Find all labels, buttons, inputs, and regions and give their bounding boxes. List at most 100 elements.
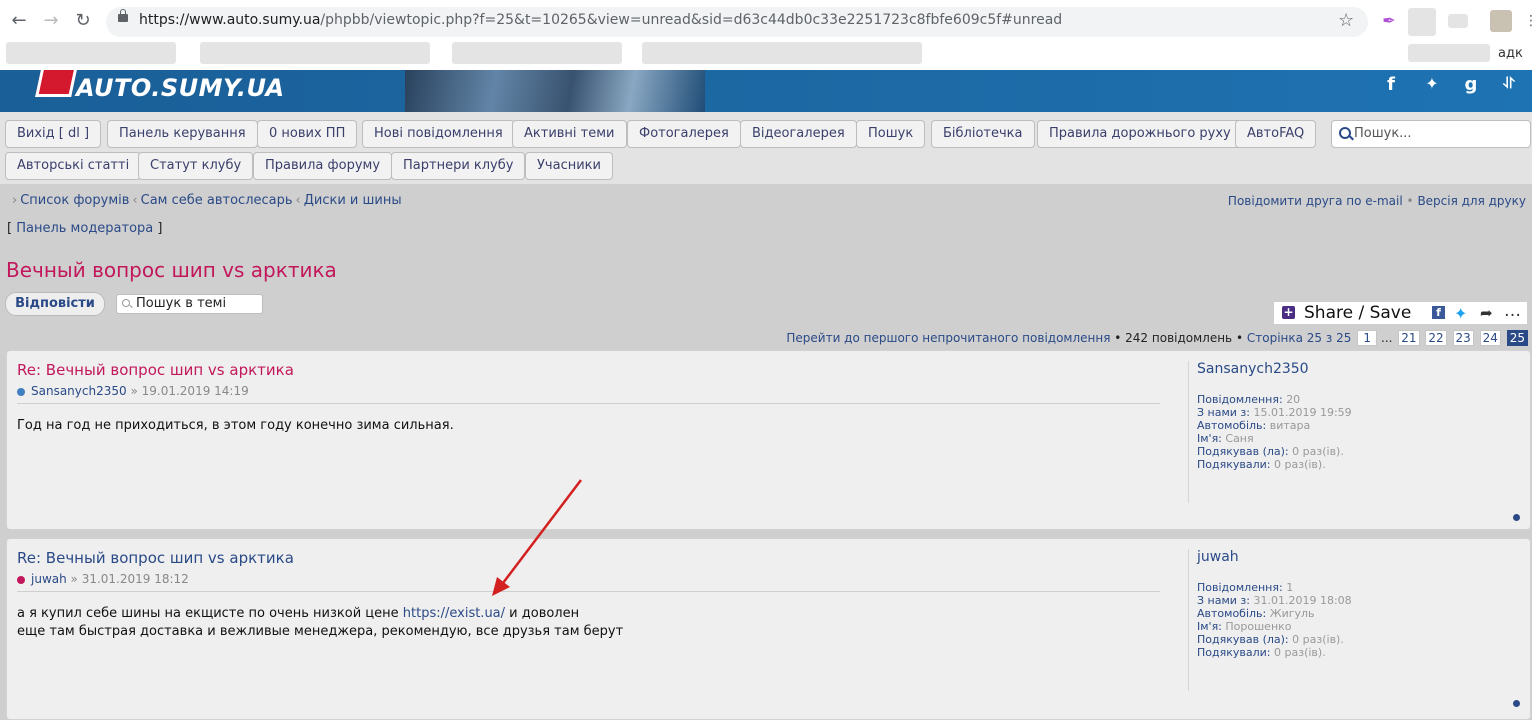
pagination: Перейти до першого непрочитаного повідом… xyxy=(786,330,1528,346)
page-title[interactable]: Вечный вопрос шип vs арктика xyxy=(6,258,337,282)
rss-icon[interactable]: ⥯ xyxy=(1497,74,1521,92)
nav-autofaq-button[interactable]: АвтоFAQ xyxy=(1235,120,1317,148)
reload-icon[interactable]: ↻ xyxy=(72,10,94,32)
breadcrumb: › Список форумів ‹ Сам себе автослесарь ‹ Дис… xyxy=(9,193,402,208)
bookmarks-bar-blurred[interactable] xyxy=(6,42,176,64)
breadcrumb-category[interactable]: Сам себе автослесарь xyxy=(141,193,293,208)
more-icon[interactable]: … xyxy=(1504,301,1521,321)
share-arrow-icon[interactable]: ➦ xyxy=(1480,304,1493,322)
nav-private-messages-button[interactable]: 0 нових ПП xyxy=(257,120,358,148)
site-logo-icon[interactable] xyxy=(35,70,77,97)
facebook-share-icon[interactable]: f xyxy=(1432,306,1445,319)
post-link[interactable]: https://exist.ua/ xyxy=(403,606,505,621)
bracket-open: [ xyxy=(7,221,13,236)
nav-new-posts-button[interactable]: Нові повідомлення xyxy=(362,120,515,148)
breadcrumb-subforum[interactable]: Диски и шины xyxy=(304,193,402,208)
back-to-top-icon[interactable] xyxy=(1513,514,1520,521)
page-1[interactable]: 1 xyxy=(1357,330,1378,346)
breadcrumb-separator-icon: ‹ xyxy=(132,193,138,208)
email-friend-link[interactable]: Повідомити друга по e-mail xyxy=(1228,194,1403,208)
post-text: а я купил себе шины на екщисте по очень … xyxy=(17,606,399,621)
extension-icon-blurred[interactable] xyxy=(1448,14,1468,28)
page-indicator[interactable]: Сторінка 25 з 25 xyxy=(1247,331,1351,345)
facebook-icon[interactable]: f xyxy=(1379,74,1403,95)
post-icon[interactable] xyxy=(17,388,25,396)
page-21[interactable]: 21 xyxy=(1398,330,1420,346)
divider xyxy=(17,403,1160,404)
first-unread-link[interactable]: Перейти до першого непрочитаного повідом… xyxy=(786,331,1110,345)
profile-details: Повідомлення: 20 З нами з: 15.01.2019 19… xyxy=(1197,393,1352,471)
nav-active-topics-button[interactable]: Активні теми xyxy=(512,120,627,148)
share-save-widget[interactable]: + Share / Save f ✦ ➦ … xyxy=(1274,301,1527,324)
bookmarks-bar-blurred[interactable] xyxy=(452,42,622,64)
post-title[interactable]: Re: Вечный вопрос шип vs арктика xyxy=(17,361,294,379)
back-to-top-icon[interactable] xyxy=(1513,700,1520,707)
lock-icon xyxy=(118,9,128,22)
post-body: а я купил себе шины на екщисте по очень … xyxy=(17,605,623,641)
nav-logout-button[interactable]: Вихід [ dl ] xyxy=(5,120,102,148)
bookmark-star-icon[interactable]: ☆ xyxy=(1338,10,1354,31)
nav-partners-button[interactable]: Партнери клубу xyxy=(391,152,526,180)
nav-video-gallery-button[interactable]: Відеогалерея xyxy=(740,120,857,148)
page-24[interactable]: 24 xyxy=(1479,330,1501,346)
twitter-icon[interactable]: ✦ xyxy=(1420,74,1444,93)
topic-tools: Повідомити друга по e-mail • Версія для … xyxy=(1227,194,1526,208)
nav-traffic-rules-button[interactable]: Правила дорожнього руху xyxy=(1037,120,1243,148)
nav-photo-gallery-button[interactable]: Фотогалерея xyxy=(627,120,741,148)
banner-car-image xyxy=(405,70,705,112)
page-23[interactable]: 23 xyxy=(1452,330,1474,346)
post-count: 242 повідомлень xyxy=(1125,331,1233,345)
site-banner: AUTO.SUMY.UA f ✦ g ⥯ xyxy=(0,70,1532,112)
extension-icon-blurred[interactable] xyxy=(1408,8,1436,36)
bookmarks-bar-blurred[interactable] xyxy=(200,42,430,64)
post-meta: juwah » 31.01.2019 18:12 xyxy=(17,572,189,586)
breadcrumb-forum-list[interactable]: Список форумів xyxy=(20,193,129,208)
post-text: Год на год не приходиться, в этом году к… xyxy=(17,418,454,433)
back-arrow-icon[interactable]: ← xyxy=(8,10,30,32)
page-22[interactable]: 22 xyxy=(1425,330,1447,346)
moderator-panel-link[interactable]: Панель модератора xyxy=(16,221,153,236)
share-label[interactable]: Share / Save xyxy=(1304,303,1411,323)
nav-members-button[interactable]: Учасники xyxy=(525,152,613,180)
twitter-share-icon[interactable]: ✦ xyxy=(1454,304,1467,323)
nav-club-statute-button[interactable]: Статут клубу xyxy=(138,152,254,180)
site-search-input[interactable]: Пошук... xyxy=(1331,120,1531,148)
bookmark-partial-label: адк xyxy=(1498,46,1523,61)
page-25-current[interactable]: 25 xyxy=(1506,330,1528,346)
nav-forum-rules-button[interactable]: Правила форуму xyxy=(253,152,393,180)
bookmarks-bar-blurred[interactable] xyxy=(642,42,922,64)
search-placeholder: Пошук... xyxy=(1354,126,1412,141)
extension-feather-icon[interactable]: ✒ xyxy=(1378,10,1400,32)
nav-library-button[interactable]: Бібліотечка xyxy=(931,120,1035,148)
googleplus-icon[interactable]: g xyxy=(1459,74,1483,95)
reply-button[interactable]: Відповісти xyxy=(5,292,105,316)
topic-search-placeholder: Пошук в темі xyxy=(136,296,227,311)
profile-username[interactable]: Sansanych2350 xyxy=(1197,361,1309,377)
print-version-link[interactable]: Версія для друку xyxy=(1417,194,1526,208)
nav-author-articles-button[interactable]: Авторські статті xyxy=(5,152,142,180)
post-title[interactable]: Re: Вечный вопрос шип vs арктика xyxy=(17,549,294,567)
site-logo[interactable]: AUTO.SUMY.UA xyxy=(76,74,285,102)
divider xyxy=(1188,361,1189,503)
forward-arrow-icon[interactable]: → xyxy=(40,10,62,32)
topic-search-input[interactable]: Пошук в темі xyxy=(116,294,263,314)
profile-username[interactable]: juwah xyxy=(1197,549,1239,565)
bracket-close: ] xyxy=(157,221,163,236)
post-date: » 19.01.2019 14:19 xyxy=(130,384,249,398)
moderator-panel: [ Панель модератора ] xyxy=(7,221,163,236)
post-author-link[interactable]: juwah xyxy=(31,572,67,586)
divider xyxy=(17,591,1160,592)
bookmarks-bar-blurred[interactable] xyxy=(1408,44,1490,62)
menu-icon[interactable]: ⋮ xyxy=(1520,10,1532,32)
nav-search-button[interactable]: Пошук xyxy=(856,120,926,148)
post-text: еще там быстрая доставка и вежливые мене… xyxy=(17,624,624,639)
url-text[interactable]: https://www.auto.sumy.ua/phpbb/viewtopic… xyxy=(139,12,1062,28)
browser-chrome: ← → ↻ https://www.auto.sumy.ua/phpbb/vie… xyxy=(0,0,1532,70)
profile-avatar[interactable] xyxy=(1490,10,1512,32)
post-author-link[interactable]: Sansanych2350 xyxy=(31,384,127,398)
page-ellipsis: ... xyxy=(1381,331,1393,345)
breadcrumb-separator-icon: › xyxy=(12,193,18,208)
breadcrumb-separator-icon: ‹ xyxy=(295,193,301,208)
nav-control-panel-button[interactable]: Панель керування xyxy=(107,120,258,148)
post-icon[interactable] xyxy=(17,576,25,584)
